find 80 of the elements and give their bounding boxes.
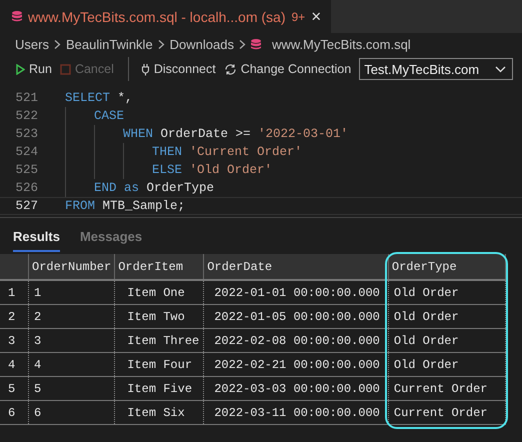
code-token: THEN — [152, 145, 182, 159]
table-cell: Old Order — [388, 352, 506, 376]
breadcrumb-item[interactable]: www.MyTecBits.com.sql — [272, 36, 411, 52]
line-number: 526 — [14, 181, 38, 195]
line-number: 527 — [14, 199, 38, 213]
code-token: OrderType — [146, 181, 214, 195]
column-header[interactable]: OrderDate — [204, 254, 388, 280]
row-number: 5 — [0, 376, 28, 400]
table-cell: 2022-02-21 00:00:00.000 — [204, 352, 388, 376]
table-cell: 2022-01-01 00:00:00.000 — [204, 280, 388, 304]
database-icon — [12, 11, 22, 22]
line-number: 521 — [14, 91, 38, 105]
code-token: OrderDate >= — [160, 127, 251, 141]
table-cell: Current Order — [388, 376, 506, 400]
row-number: 4 — [0, 352, 28, 376]
code-token: '2022-03-01' — [258, 127, 348, 141]
close-button[interactable]: × — [311, 6, 322, 26]
table-cell: Old Order — [388, 304, 506, 328]
code-token: 'Current Order' — [190, 145, 302, 159]
table-cell: Item Four — [114, 352, 204, 376]
column-header[interactable]: OrderItem — [114, 254, 204, 280]
connection-dropdown[interactable]: Test.MyTecBits.com — [359, 58, 514, 80]
run-button[interactable]: Run — [14, 62, 54, 76]
table-cell: Current Order — [388, 400, 506, 424]
table-cell: 2022-03-11 00:00:00.000 — [204, 400, 388, 424]
line-number: 525 — [14, 163, 38, 177]
row-number: 2 — [0, 304, 28, 328]
code-token: ELSE — [152, 163, 182, 177]
code-token: CASE — [94, 109, 124, 123]
play-icon — [16, 64, 25, 74]
tab-title: www.MyTecBits.com.sql - localh...om (sa) — [28, 8, 286, 24]
chevron-icon — [54, 40, 61, 48]
refresh-icon — [224, 62, 237, 76]
table-cell: 4 — [28, 352, 115, 376]
table-cell: 2022-03-03 00:00:00.000 — [204, 376, 388, 400]
code-token: as — [124, 181, 140, 195]
database-icon — [251, 38, 261, 50]
code-token: SELECT — [65, 91, 110, 105]
row-number: 3 — [0, 328, 28, 352]
column-header[interactable]: OrderNumber — [28, 254, 115, 280]
row-number: 1 — [0, 280, 28, 304]
disconnect-button[interactable]: Disconnect — [138, 62, 218, 76]
code-token: WHEN — [123, 127, 154, 141]
table-cell: Old Order — [388, 328, 506, 352]
table-cell: Old Order — [388, 280, 506, 304]
table-cell: Item Five — [114, 376, 204, 400]
row-number: 6 — [0, 400, 28, 424]
table-cell: Item Six — [114, 400, 204, 424]
line-number: 522 — [14, 109, 38, 123]
code-token: FROM — [65, 199, 96, 213]
table-cell: 2022-01-05 00:00:00.000 — [204, 304, 388, 328]
problem-count: 9+ — [292, 10, 306, 24]
table-cell: Item Three — [114, 328, 204, 352]
table-cell: 5 — [28, 376, 115, 400]
results-tab[interactable]: Results — [13, 228, 60, 252]
editor-tab[interactable]: www.MyTecBits.com.sql - localh...om (sa) 9+ × — [0, 0, 332, 33]
table-cell: 1 — [28, 280, 115, 304]
stop-icon — [60, 64, 71, 74]
chevron-icon — [158, 40, 165, 48]
chevron-down-icon — [495, 66, 506, 72]
code-token: *, — [118, 91, 133, 105]
breadcrumb-item[interactable]: Users — [15, 36, 49, 52]
results-tab[interactable]: Messages — [80, 228, 142, 252]
breadcrumb-item[interactable]: BeaulinTwinkle — [66, 36, 153, 52]
breadcrumb-item[interactable]: Downloads — [170, 36, 234, 52]
line-number: 524 — [14, 145, 38, 159]
line-number: 523 — [14, 127, 38, 141]
column-header[interactable]: OrderType — [388, 254, 506, 280]
table-cell: Item One — [114, 280, 204, 304]
plug-icon — [140, 62, 150, 76]
table-cell: Item Two — [114, 304, 204, 328]
change-connection-button[interactable]: Change Connection — [222, 62, 354, 76]
code-token: MTB_Sample; — [102, 199, 186, 213]
table-cell: 2 — [28, 304, 115, 328]
table-cell: 6 — [28, 400, 115, 424]
table-cell: 3 — [28, 328, 115, 352]
table-cell: 2022-02-08 00:00:00.000 — [204, 328, 388, 352]
code-token: END — [94, 181, 117, 195]
code-token: 'Old Order' — [190, 163, 272, 177]
chevron-icon — [239, 40, 246, 48]
